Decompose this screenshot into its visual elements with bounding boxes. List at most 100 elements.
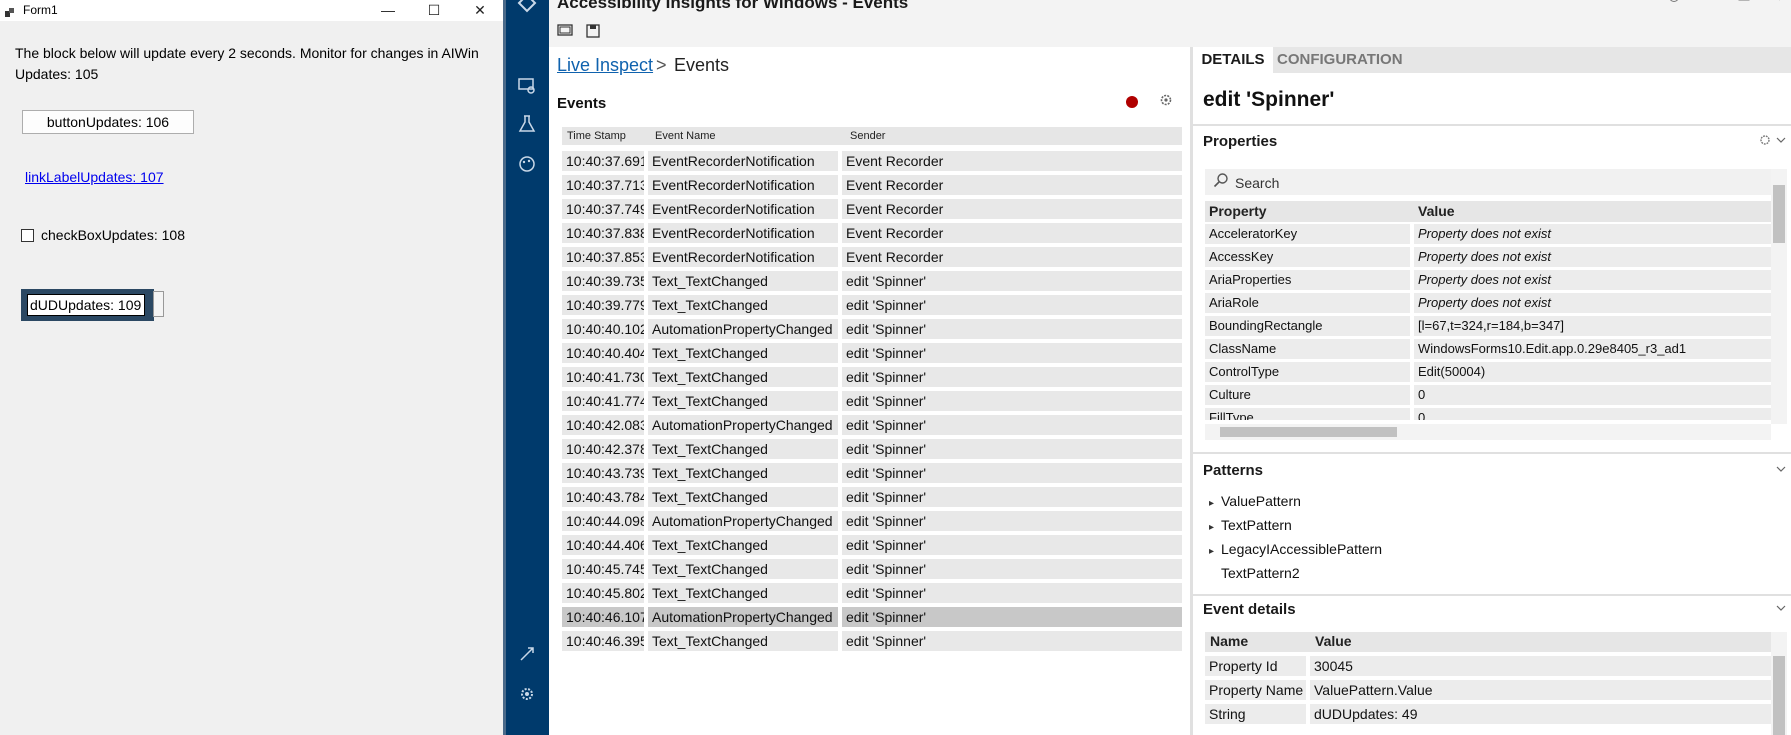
event-detail-row[interactable]: String dUDUpdates: 49 [1205,704,1771,728]
event-row[interactable]: 10:40:45.745 Text_TextChanged edit 'Spinne… [562,559,1182,583]
event-details-table-body: Property Id 30045 Property Name ValuePatter… [1205,656,1771,728]
property-row[interactable]: AcceleratorKey Property does not exist [1205,224,1771,247]
event-row[interactable]: 10:40:44.098 AutomationPropertyChanged edi… [562,511,1182,535]
tab-details[interactable]: DETAILS [1193,47,1273,73]
event-name: Text_TextChanged [648,439,838,459]
properties-settings-icon[interactable] [1759,134,1771,149]
pattern-item[interactable]: ▸ ValuePattern [1209,493,1301,509]
event-row[interactable]: 10:40:37.838 EventRecorderNotification Eve… [562,223,1182,247]
property-name: FillType [1205,408,1410,420]
pane-splitter[interactable] [1190,47,1193,735]
pattern-item[interactable]: TextPattern2 [1209,565,1300,581]
record-icon[interactable] [1126,96,1138,108]
properties-collapse-chevron-icon[interactable] [1776,135,1786,147]
event-row[interactable]: 10:40:37.853 EventRecorderNotification Eve… [562,247,1182,271]
column-header[interactable]: Property [1209,203,1267,219]
event-row[interactable]: 10:40:37.749 EventRecorderNotification Eve… [562,199,1182,223]
event-row[interactable]: 10:40:40.102 AutomationPropertyChanged edi… [562,319,1182,343]
event-details-scroll-thumb[interactable] [1773,656,1785,735]
pattern-item[interactable]: ▸ LegacyIAccessiblePattern [1209,541,1382,557]
event-sender: edit 'Spinner' [842,319,1182,339]
event-detail-row[interactable]: Property Name ValuePattern.Value [1205,680,1771,704]
property-row[interactable]: AriaProperties Property does not exist [1205,270,1771,293]
updates-checkbox[interactable] [21,229,34,242]
close-icon[interactable] [1761,0,1791,10]
column-header[interactable]: Time Stamp [567,130,626,142]
live-inspect-icon[interactable] [514,76,540,102]
events-settings-icon[interactable] [1158,93,1174,109]
event-row[interactable]: 10:40:41.774 Text_TextChanged edit 'Spinne… [562,391,1182,415]
color-palette-icon[interactable] [514,154,540,180]
event-row[interactable]: 10:40:46.107 AutomationPropertyChanged edi… [562,607,1182,631]
expand-triangle-icon[interactable]: ▸ [1209,522,1221,533]
spinner-input[interactable]: dUDUpdates: 109 [27,294,145,316]
event-sender: edit 'Spinner' [842,343,1182,363]
event-row[interactable]: 10:40:40.404 Text_TextChanged edit 'Spinne… [562,343,1182,367]
pattern-item[interactable]: ▸ TextPattern [1209,517,1292,533]
breadcrumb-live-inspect-link[interactable]: Live Inspect [557,55,653,76]
property-value: Property does not exist [1414,224,1771,244]
event-name: AutomationPropertyChanged [648,319,838,339]
property-value: Edit(50004) [1414,362,1771,382]
event-row[interactable]: 10:40:39.735 Text_TextChanged edit 'Spinne… [562,271,1182,295]
tab-configuration[interactable]: CONFIGURATION [1277,47,1403,73]
property-value: Property does not exist [1414,293,1771,313]
property-row[interactable]: BoundingRectangle [l=67,t=324,r=184,b=347… [1205,316,1771,339]
minimize-button[interactable]: — [366,0,410,21]
spinner-updown-button[interactable] [153,291,164,317]
column-header[interactable]: Sender [850,130,885,142]
help-icon[interactable] [1659,0,1689,10]
event-row[interactable]: 10:40:43.784 Text_TextChanged edit 'Spinne… [562,487,1182,511]
event-row[interactable]: 10:40:46.395 Text_TextChanged edit 'Spinne… [562,631,1182,655]
settings-gear-icon[interactable] [514,684,540,710]
properties-search-input[interactable] [1205,169,1771,195]
updates-link[interactable]: linkLabelUpdates: 107 [25,169,164,185]
maximize-icon[interactable] [1729,0,1759,10]
property-row[interactable]: FillType 0 [1205,408,1771,420]
event-timestamp: 10:40:44.406 [562,535,644,555]
event-sender: Event Recorder [842,151,1182,171]
event-row[interactable]: 10:40:42.083 AutomationPropertyChanged edi… [562,415,1182,439]
event-row[interactable]: 10:40:39.779 Text_TextChanged edit 'Spinne… [562,295,1182,319]
column-header[interactable]: Event Name [655,130,716,142]
event-row[interactable]: 10:40:37.713 EventRecorderNotification Eve… [562,175,1182,199]
event-name: Text_TextChanged [648,295,838,315]
event-timestamp: 10:40:46.395 [562,631,644,651]
property-row[interactable]: AriaRole Property does not exist [1205,293,1771,316]
close-button[interactable]: ✕ [458,0,502,21]
event-timestamp: 10:40:39.779 [562,295,644,315]
patterns-collapse-chevron-icon[interactable] [1776,464,1786,476]
property-row[interactable]: AccessKey Property does not exist [1205,247,1771,270]
column-header[interactable]: Name [1210,633,1248,649]
event-row[interactable]: 10:40:44.406 Text_TextChanged edit 'Spinne… [562,535,1182,559]
property-name: AccessKey [1205,247,1410,267]
maximize-button[interactable]: ☐ [412,0,456,21]
property-row[interactable]: Culture 0 [1205,385,1771,408]
update-button[interactable]: buttonUpdates: 106 [22,110,194,134]
event-timestamp: 10:40:37.749 [562,199,644,219]
event-row[interactable]: 10:40:45.802 Text_TextChanged edit 'Spinne… [562,583,1182,607]
expand-triangle-icon[interactable]: ▸ [1209,498,1221,509]
column-header[interactable]: Value [1418,203,1455,219]
ai-nav-rail [506,0,549,735]
column-header[interactable]: Value [1315,633,1352,649]
event-timestamp: 10:40:39.735 [562,271,644,291]
event-row[interactable]: 10:40:42.378 Text_TextChanged edit 'Spinne… [562,439,1182,463]
event-row[interactable]: 10:40:37.691 EventRecorderNotification Eve… [562,151,1182,175]
divider [1193,124,1791,126]
test-flask-icon[interactable] [514,114,540,140]
connection-icon[interactable] [514,644,540,670]
event-row[interactable]: 10:40:43.739 Text_TextChanged edit 'Spinne… [562,463,1182,487]
property-row[interactable]: ClassName WindowsForms10.Edit.app.0.29e84… [1205,339,1771,362]
window-mode-icon[interactable] [557,24,573,38]
event-sender: edit 'Spinner' [842,607,1182,627]
event-detail-row[interactable]: Property Id 30045 [1205,656,1771,680]
properties-scroll-thumb[interactable] [1773,185,1785,243]
save-icon[interactable] [585,24,601,38]
event-details-collapse-chevron-icon[interactable] [1776,603,1786,615]
expand-triangle-icon[interactable]: ▸ [1209,546,1221,557]
detail-name: String [1205,704,1306,724]
property-row[interactable]: ControlType Edit(50004) [1205,362,1771,385]
event-row[interactable]: 10:40:41.730 Text_TextChanged edit 'Spinne… [562,367,1182,391]
properties-hscroll-thumb[interactable] [1220,427,1397,437]
